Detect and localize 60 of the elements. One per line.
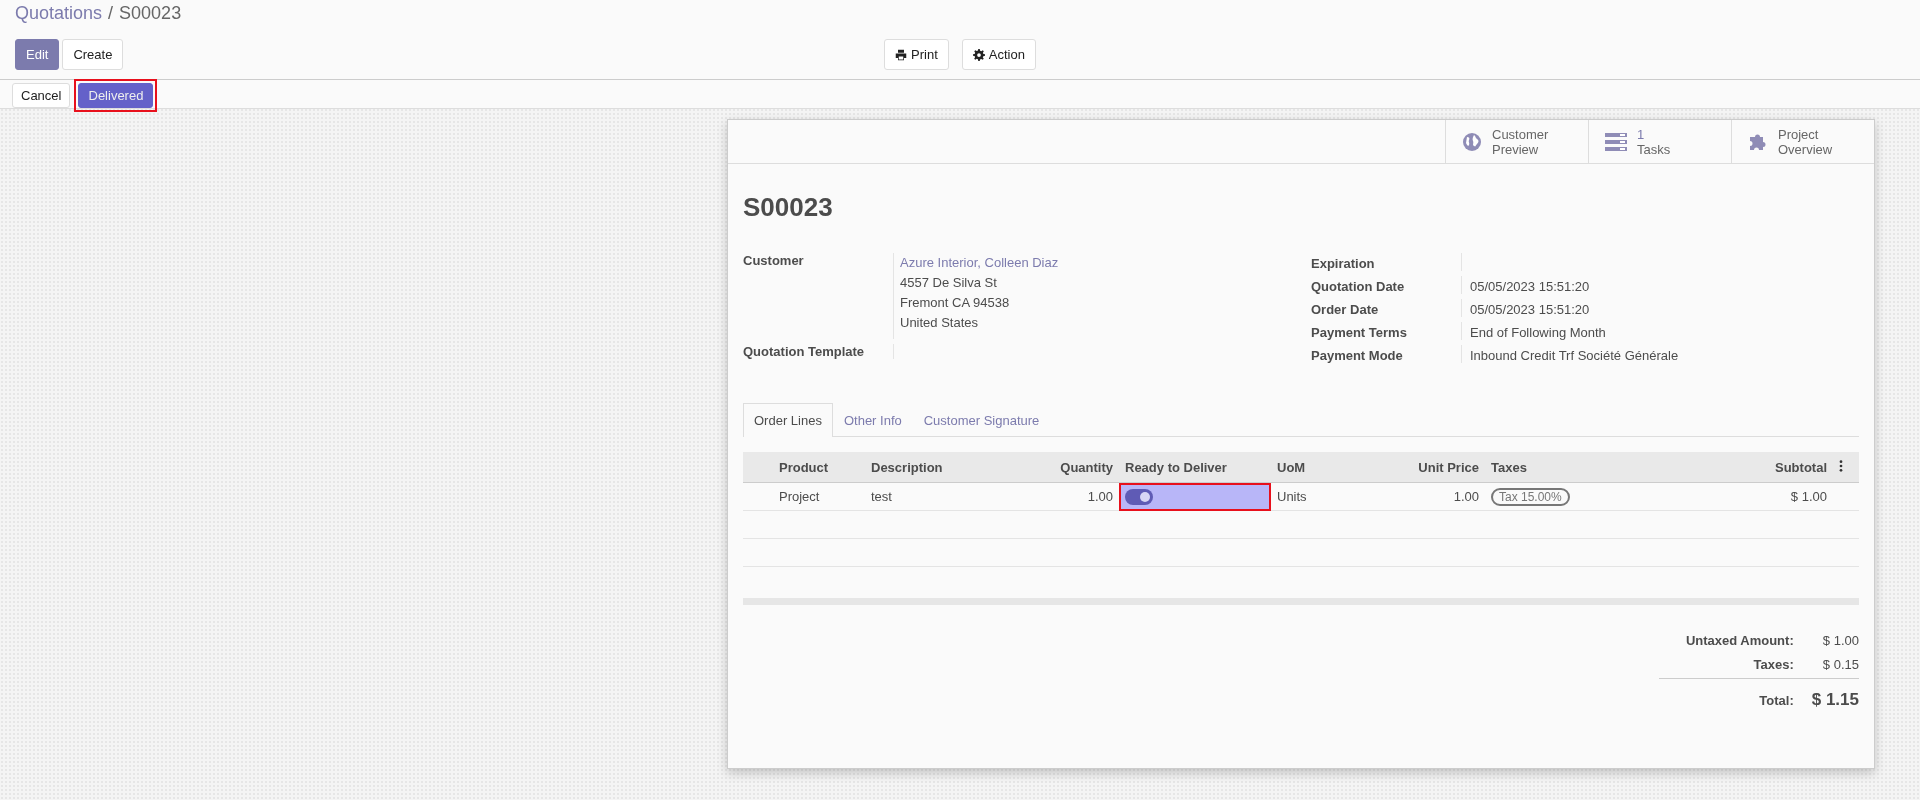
cancel-button[interactable]: Cancel	[12, 83, 71, 108]
amount-value: $ 1.00	[1821, 633, 1859, 648]
column-header[interactable]: Ready to Deliver	[1119, 452, 1271, 483]
column-header[interactable]: Taxes	[1485, 452, 1627, 483]
status-button[interactable]: Delivered	[78, 83, 154, 108]
field-label: Quotation Template	[743, 344, 866, 359]
field-label: Payment Mode	[1311, 347, 1404, 363]
smart-button[interactable]: Project Overview	[1731, 120, 1874, 163]
smart-button-label: Customer Preview	[1492, 126, 1550, 157]
list-icon	[1605, 132, 1627, 151]
field-label: Order Date	[1311, 301, 1380, 317]
field-label: Payment Terms	[1311, 324, 1408, 340]
total-value: $ 1.15	[1811, 690, 1859, 710]
field-label: Quotation Date	[1311, 278, 1406, 294]
print-button[interactable]: Print	[884, 39, 949, 70]
record-title: S00023	[743, 192, 834, 223]
breadcrumb-link[interactable]: Quotations	[15, 3, 103, 23]
field-value: 05/05/2023 15:51:20	[1470, 302, 1590, 317]
table-cell: Project	[773, 482, 865, 511]
action-button[interactable]: Action	[961, 39, 1036, 70]
column-header[interactable]: Description	[865, 452, 1007, 483]
kebab-menu-icon	[1839, 459, 1843, 472]
tab[interactable]: Order Lines	[743, 403, 833, 437]
address-line: 4557 De Silva St	[900, 275, 997, 290]
smart-button-label: Project Overview	[1778, 126, 1834, 157]
address-line: United States	[900, 315, 979, 330]
table-cell: test	[865, 482, 1007, 511]
column-header[interactable]: Quantity	[1007, 452, 1119, 483]
field-value: 05/05/2023 15:51:20	[1470, 279, 1590, 294]
column-header[interactable]: Subtotal	[1627, 452, 1833, 483]
table-cell: 1.00	[1373, 482, 1485, 511]
tab[interactable]: Other Info	[832, 403, 913, 436]
column-header[interactable]: Unit Price	[1373, 452, 1485, 483]
smart-button-label: 1 Tasks	[1637, 126, 1672, 157]
amount-label: Taxes:	[1752, 657, 1794, 672]
table-cell: $ 1.00	[1627, 482, 1833, 511]
field-value: Inbound Credit Trf Société Générale	[1470, 348, 1679, 363]
column-header[interactable]: Product	[773, 452, 865, 483]
column-header[interactable]: UoM	[1271, 452, 1373, 483]
globe-icon	[1462, 131, 1482, 152]
edit-button[interactable]: Edit	[15, 39, 60, 70]
settings-icon	[972, 48, 985, 61]
amount-label: Untaxed Amount:	[1684, 633, 1794, 648]
breadcrumb-separator: /	[108, 3, 114, 23]
breadcrumb-current: S00023	[119, 3, 182, 23]
smart-button[interactable]: Customer Preview	[1445, 120, 1588, 163]
create-button[interactable]: Create	[62, 39, 124, 70]
field-label: Customer	[743, 253, 805, 270]
tab[interactable]: Customer Signature	[912, 403, 1051, 436]
field-value: End of Following Month	[1470, 325, 1606, 340]
printer-icon	[895, 48, 908, 61]
smart-button[interactable]: 1 Tasks	[1588, 120, 1731, 163]
customer-link[interactable]: Azure Interior, Colleen Diaz	[900, 255, 1059, 270]
total-label: Total:	[1758, 693, 1794, 708]
amount-value: $ 0.15	[1821, 657, 1859, 672]
toggle-switch[interactable]	[1125, 488, 1153, 505]
tax-tag: Tax 15.00%	[1491, 488, 1570, 506]
table-cell: Units	[1271, 482, 1373, 511]
field-label: Expiration	[1311, 255, 1376, 271]
address-line: Fremont CA 94538	[900, 295, 1010, 310]
